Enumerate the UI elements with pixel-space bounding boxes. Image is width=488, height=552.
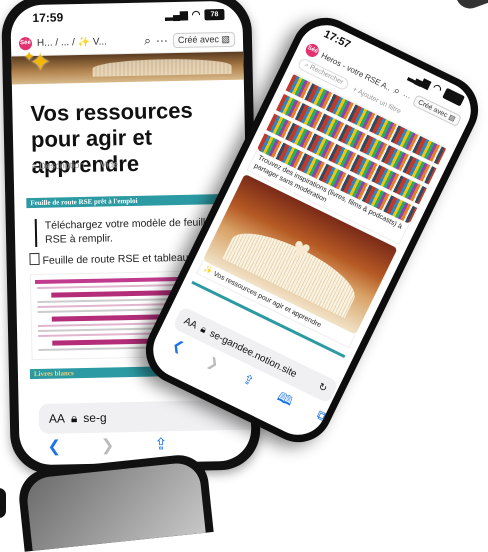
more-icon[interactable]: ··· bbox=[401, 90, 412, 102]
status-time: 17:59 bbox=[32, 10, 64, 26]
property-label: Description bbox=[39, 159, 85, 171]
breadcrumb-item[interactable]: ... bbox=[61, 37, 70, 48]
sparkle-page-icon: ✦ ✦ bbox=[23, 46, 52, 78]
back-icon[interactable]: ❮ bbox=[167, 336, 186, 361]
status-icons: ▂▄▆ ◠ 78 bbox=[165, 8, 225, 21]
wifi-icon: ◠ bbox=[191, 8, 201, 21]
search-icon[interactable]: ⌕ bbox=[391, 84, 403, 98]
signal-icon: ▂▄▆ bbox=[165, 9, 188, 21]
safari-toolbar: ❮ ❯ ⇪ bbox=[29, 432, 252, 457]
battery-icon bbox=[442, 87, 466, 106]
share-icon[interactable]: ⇪ bbox=[237, 371, 256, 396]
phone-edge bbox=[0, 488, 6, 518]
forward-icon[interactable]: ❯ bbox=[101, 435, 115, 455]
share-icon[interactable]: ⇪ bbox=[154, 434, 168, 454]
search-icon[interactable]: ⌕ bbox=[144, 33, 151, 48]
text-size-button[interactable]: AA bbox=[182, 315, 199, 331]
lock-icon: 🔒︎ bbox=[198, 323, 209, 336]
signal-icon: ▂▄▆ bbox=[407, 70, 433, 90]
file-name: Feuille de route RSE et tableau bbox=[42, 251, 189, 267]
url-text: se-g bbox=[83, 410, 107, 426]
breadcrumb-separator: / bbox=[55, 36, 59, 49]
description-property[interactable]: ≡ Description bbox=[31, 160, 84, 171]
notion-icon: ▧ bbox=[447, 113, 457, 124]
file-icon bbox=[29, 252, 40, 266]
breadcrumb-separator: / bbox=[71, 36, 75, 48]
sparkle-icon: ✨ bbox=[77, 36, 91, 48]
banner-highlight: blancs bbox=[54, 369, 74, 378]
created-with-label: Créé avec bbox=[177, 33, 220, 45]
back-icon[interactable]: ❮ bbox=[47, 437, 61, 457]
property-row: ≡ Description Vide bbox=[31, 159, 118, 171]
text-lines-icon: ≡ bbox=[31, 160, 37, 172]
sparkle-icon: ✨ bbox=[202, 265, 214, 277]
forward-icon[interactable]: ❯ bbox=[202, 354, 221, 379]
text-size-button[interactable]: AA bbox=[49, 411, 65, 425]
open-book-image bbox=[222, 220, 364, 319]
preview-section bbox=[51, 289, 182, 298]
phone-corner bbox=[456, 0, 488, 13]
bookmarks-icon[interactable]: 🕮︎ bbox=[272, 388, 295, 414]
banner-text: Livres bbox=[33, 369, 53, 379]
notion-icon: ▧ bbox=[221, 33, 231, 44]
breadcrumb-item[interactable]: V... bbox=[93, 36, 107, 47]
more-icon[interactable]: ··· bbox=[156, 33, 168, 47]
battery-icon: 78 bbox=[204, 8, 225, 20]
wifi-icon: ◠ bbox=[430, 81, 444, 96]
lock-icon: 🔒︎ bbox=[70, 410, 78, 425]
property-value[interactable]: Vide bbox=[100, 159, 118, 169]
reload-icon[interactable]: ↻ bbox=[317, 381, 329, 395]
created-with-button[interactable]: Créé avec ▧ bbox=[172, 31, 236, 48]
preview-header bbox=[34, 276, 198, 285]
breadcrumb[interactable]: H... / ... / ✨ V... bbox=[37, 35, 139, 48]
